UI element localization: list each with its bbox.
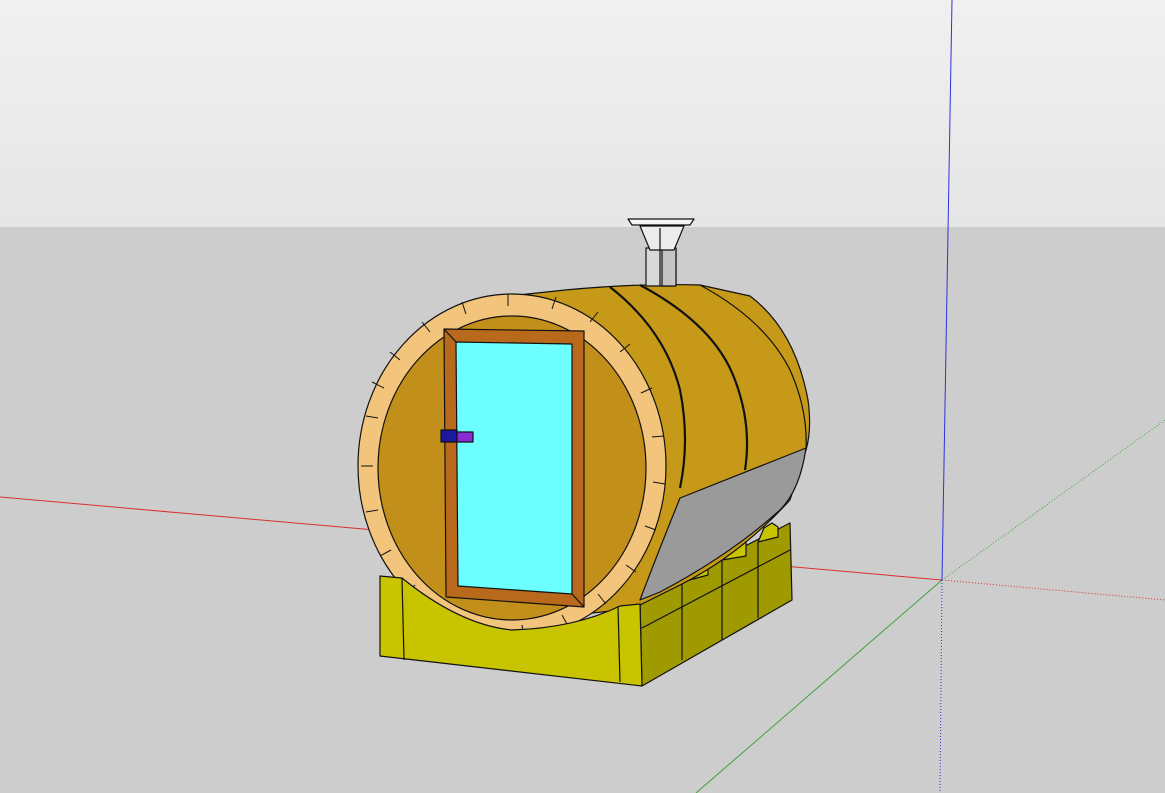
sky (0, 0, 1165, 227)
3d-scene[interactable] (0, 0, 1165, 793)
door-glass[interactable] (455, 341, 573, 595)
modeling-viewport[interactable] (0, 0, 1165, 793)
door-handle-icon[interactable] (440, 429, 474, 443)
chimney-cap (627, 218, 695, 226)
chimney-pipe-shade (661, 247, 677, 287)
door-handle-tip (456, 431, 474, 443)
door[interactable] (440, 328, 585, 608)
door-handle-grip (440, 429, 458, 443)
